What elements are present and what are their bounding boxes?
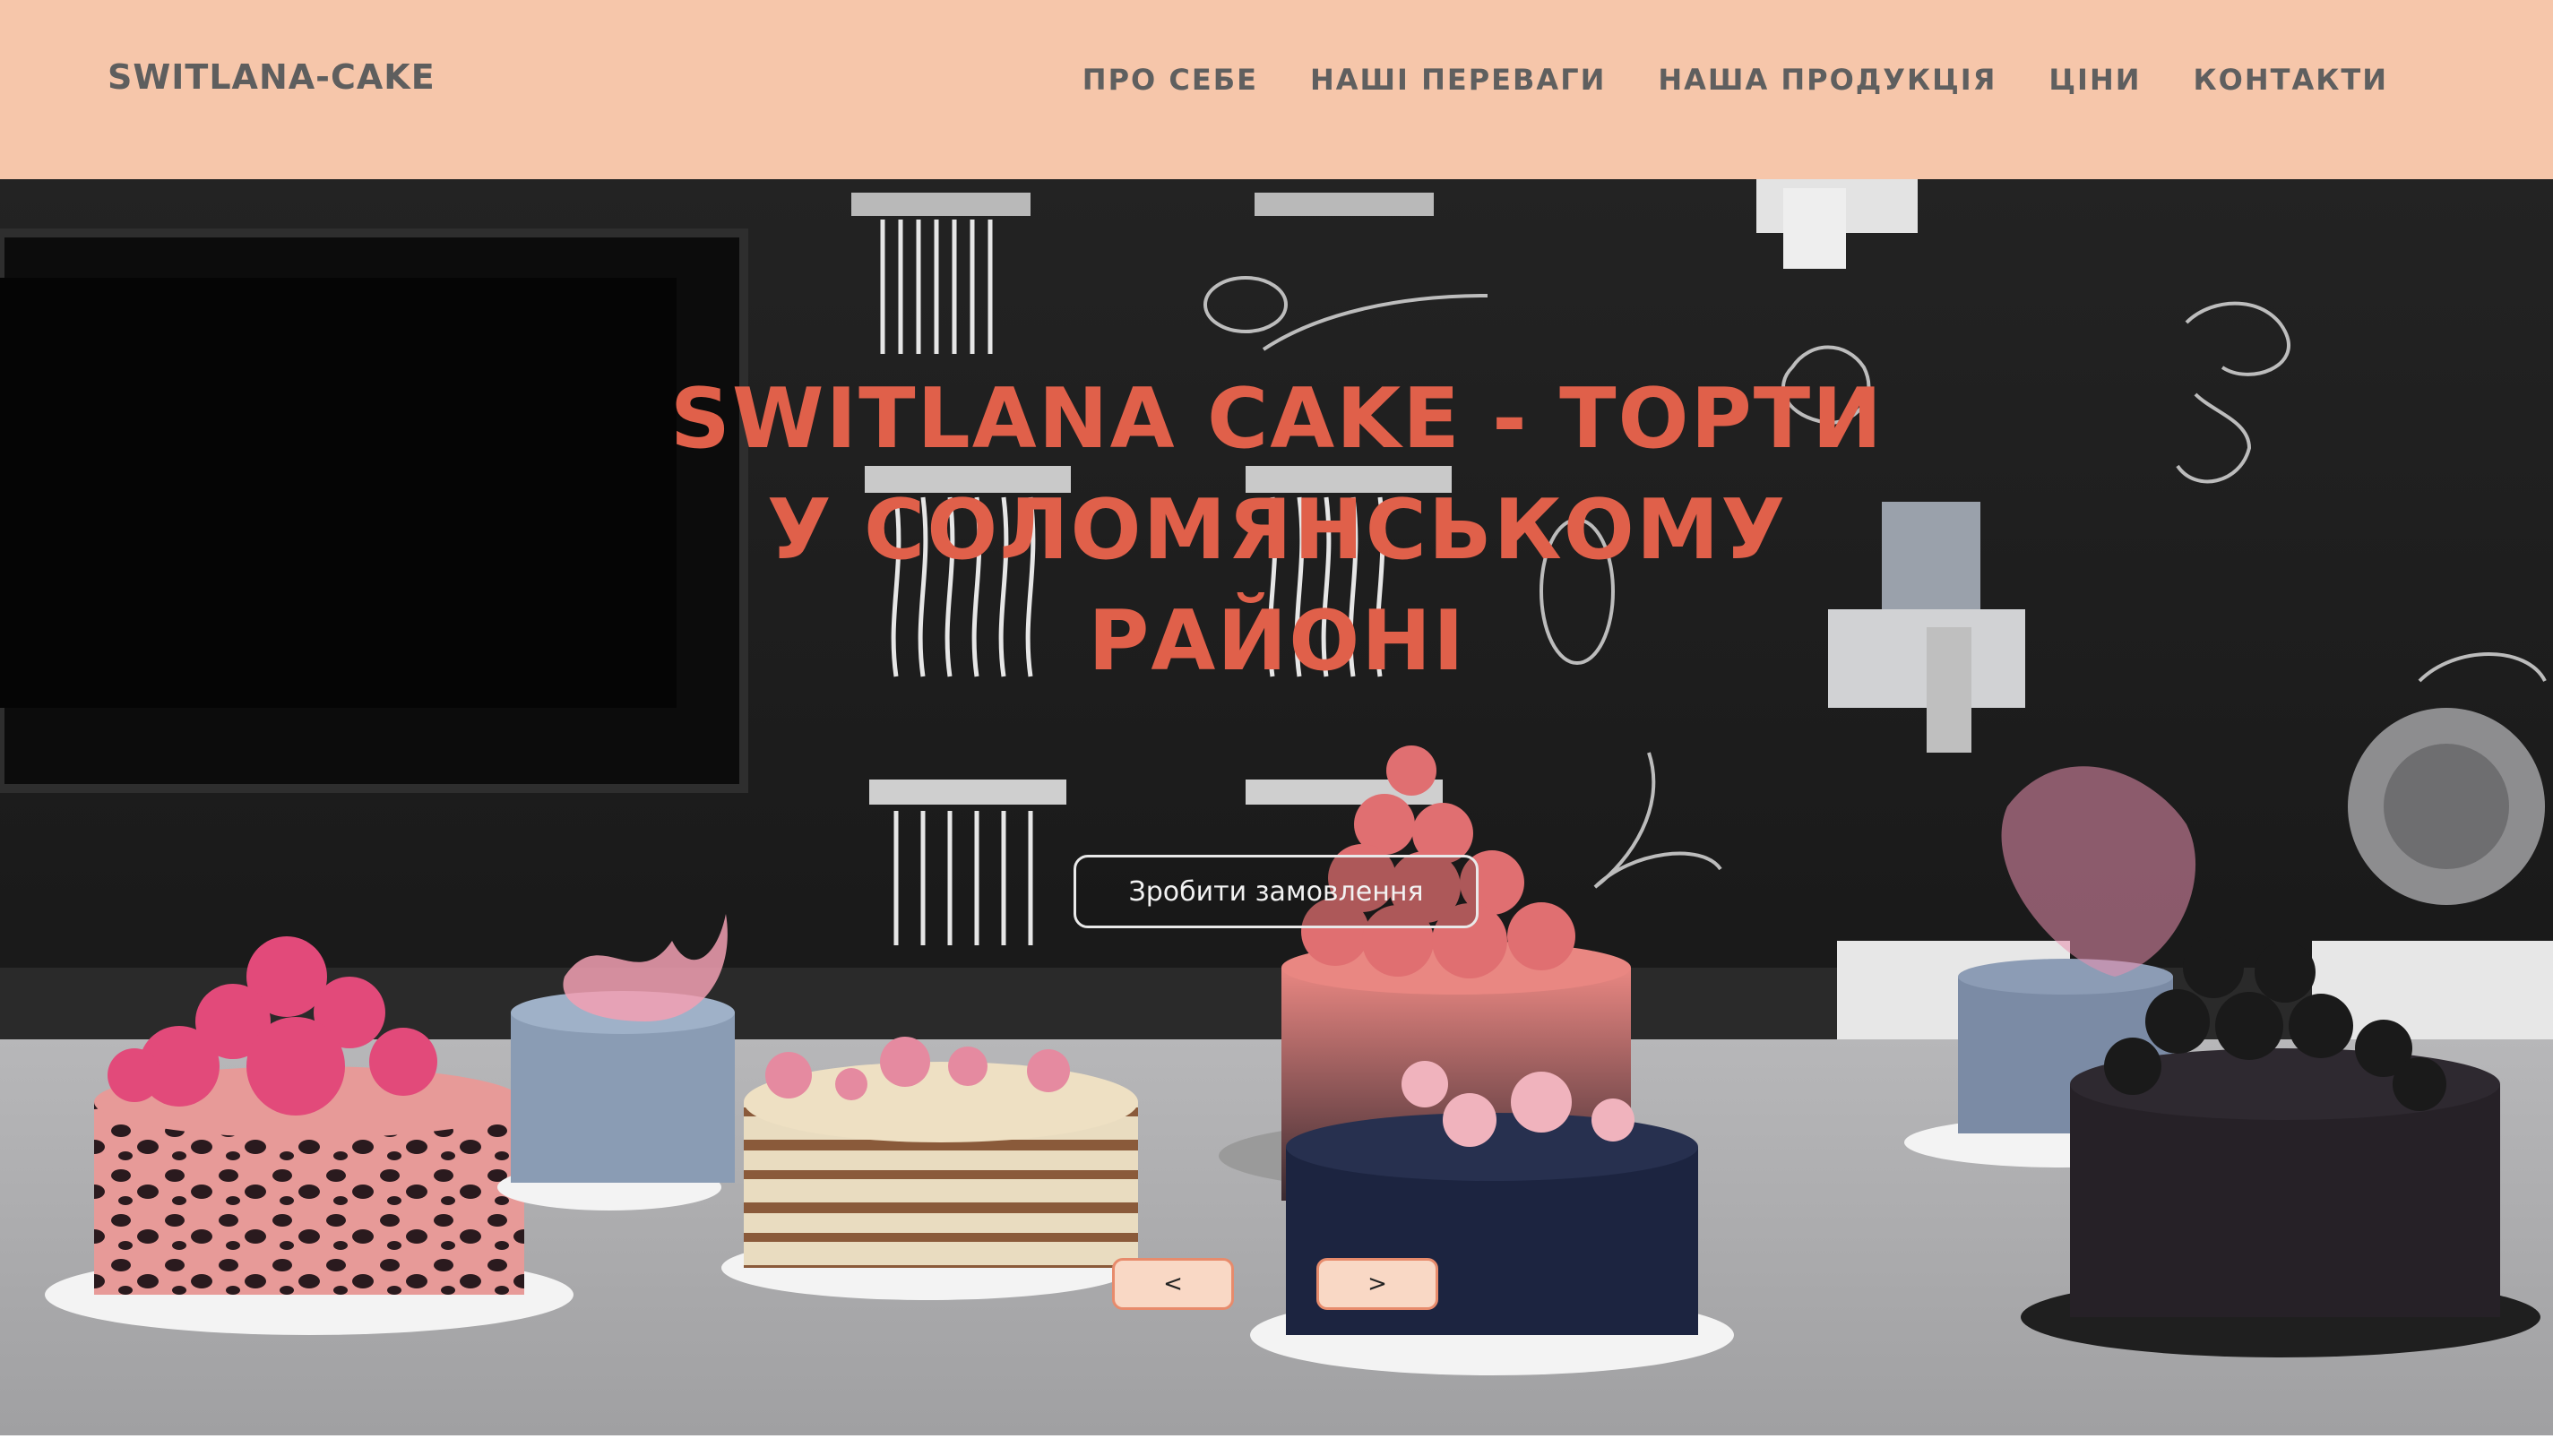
nav-item-advantages[interactable]: НАШІ ПЕРЕВАГИ	[1310, 63, 1606, 97]
order-button[interactable]: Зробити замовлення	[1074, 855, 1479, 928]
nav-item-prices[interactable]: ЦІНИ	[2048, 63, 2141, 97]
hero-title: SWITLANA CAKE - ТОРТИ У СОЛОМЯНСЬКОМУ РА…	[669, 370, 1885, 689]
hero-section: SWITLANA CAKE - ТОРТИ У СОЛОМЯНСЬКОМУ РА…	[0, 179, 2553, 1435]
page: SWITLANA-CAKE ПРО СЕБЕ НАШІ ПЕРЕВАГИ НАШ…	[0, 0, 2553, 1456]
slider-next-button[interactable]: >	[1316, 1258, 1438, 1310]
nav-item-about[interactable]: ПРО СЕБЕ	[1082, 63, 1258, 97]
nav-item-products[interactable]: НАША ПРОДУКЦІЯ	[1658, 63, 1997, 97]
site-header: SWITLANA-CAKE ПРО СЕБЕ НАШІ ПЕРЕВАГИ НАШ…	[0, 0, 2553, 179]
page-bottom-strip	[0, 1435, 2553, 1456]
brand-logo[interactable]: SWITLANA-CAKE	[108, 57, 436, 97]
nav-item-contacts[interactable]: КОНТАКТИ	[2194, 63, 2389, 97]
slider-prev-button[interactable]: <	[1112, 1258, 1234, 1310]
main-nav: ПРО СЕБЕ НАШІ ПЕРЕВАГИ НАША ПРОДУКЦІЯ ЦІ…	[1082, 63, 2388, 97]
